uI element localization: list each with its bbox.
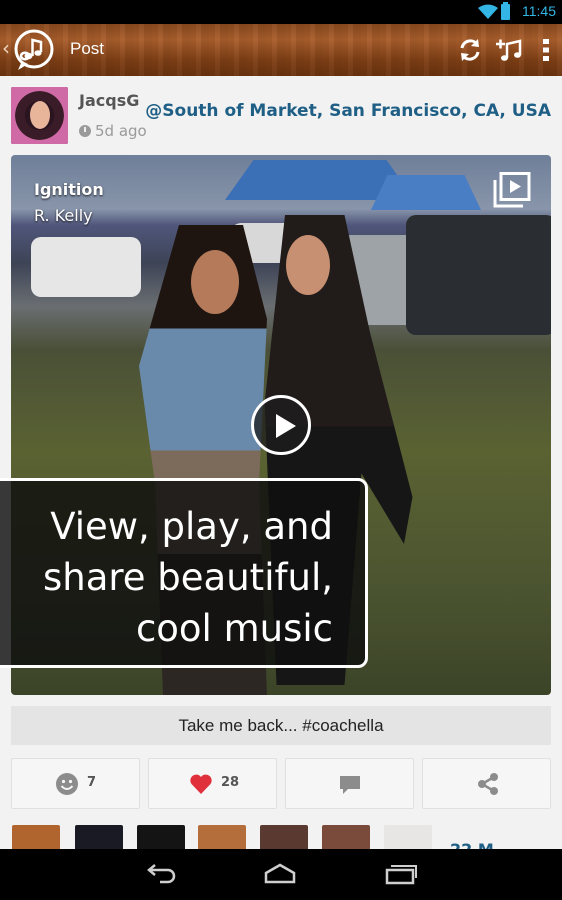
post-time: 5d ago: [95, 122, 147, 140]
overflow-menu-icon[interactable]: [538, 36, 554, 64]
likers-strip: 22 M: [0, 823, 562, 849]
photo-content: [371, 175, 481, 210]
promo-overlay: View, play, and share beautiful, cool mu…: [0, 478, 368, 668]
navigation-bar: [0, 849, 562, 900]
username[interactable]: JacqsG: [79, 91, 139, 110]
smiley-icon: [56, 773, 78, 795]
avatar[interactable]: [11, 87, 68, 144]
liker-avatar[interactable]: [75, 825, 123, 849]
music-note-icon[interactable]: [12, 28, 56, 72]
liker-avatar[interactable]: [322, 825, 370, 849]
song-title: Ignition: [34, 180, 104, 199]
comment-button[interactable]: [285, 758, 414, 809]
add-music-icon[interactable]: [495, 36, 523, 64]
share-button[interactable]: [422, 758, 551, 809]
status-bar: 11:45: [0, 0, 562, 24]
photo-content: [286, 235, 330, 295]
liker-avatar[interactable]: [137, 825, 185, 849]
photo-content: [31, 237, 141, 297]
liker-avatar[interactable]: [384, 825, 432, 849]
wifi-icon: [478, 4, 498, 19]
page-title: Post: [70, 39, 105, 58]
photo-content: [406, 215, 551, 335]
post-caption: Take me back... #coachella: [11, 706, 551, 745]
clock-icon: [79, 125, 91, 137]
more-likers-count[interactable]: 22 M: [450, 840, 494, 849]
playlist-icon[interactable]: [493, 172, 531, 208]
home-icon[interactable]: [263, 863, 297, 885]
share-icon: [478, 773, 498, 795]
promo-text: View, play, and share beautiful, cool mu…: [42, 505, 333, 650]
location-link[interactable]: @South of Market, San Francisco, CA, USA: [145, 101, 551, 121]
liker-avatar[interactable]: [260, 825, 308, 849]
status-time: 11:45: [522, 3, 556, 19]
comment-bubble-icon: [340, 776, 360, 794]
back-icon[interactable]: [144, 863, 178, 885]
liker-avatar[interactable]: [12, 825, 60, 849]
back-caret-icon[interactable]: ‹: [2, 38, 10, 58]
play-button[interactable]: [251, 395, 311, 455]
love-button[interactable]: 28: [148, 758, 277, 809]
recent-apps-icon[interactable]: [384, 863, 418, 885]
love-count: 28: [221, 775, 240, 790]
photo-content: [191, 250, 239, 314]
like-button[interactable]: 7: [11, 758, 140, 809]
heart-icon: [190, 774, 212, 794]
action-bar: ‹ Post: [0, 24, 562, 76]
liker-avatar[interactable]: [198, 825, 246, 849]
refresh-icon[interactable]: [456, 36, 484, 64]
song-artist: R. Kelly: [34, 206, 93, 225]
like-count: 7: [87, 775, 97, 790]
battery-icon: [501, 2, 510, 20]
